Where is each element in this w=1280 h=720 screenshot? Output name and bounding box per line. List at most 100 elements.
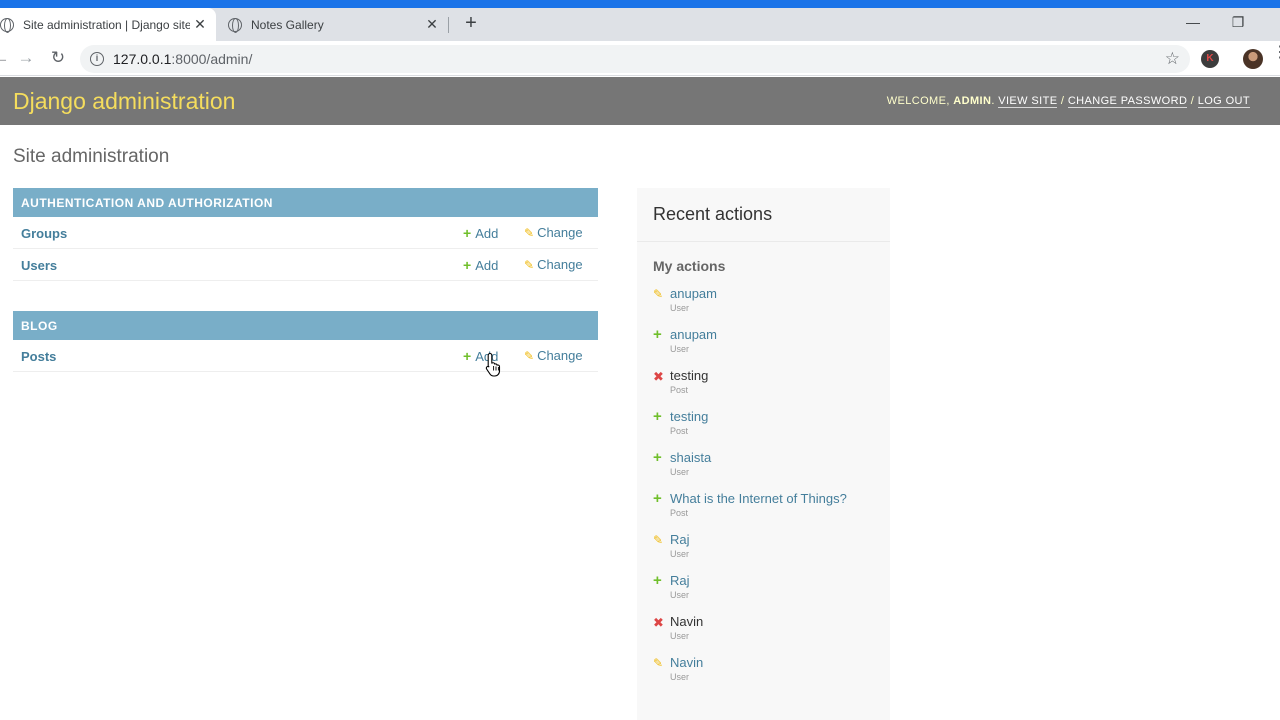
log-out-link[interactable]: LOG OUT — [1197, 95, 1250, 108]
change-groups-link[interactable]: ✎ Change — [524, 225, 583, 240]
menu-dots-icon[interactable]: ⋮ — [1272, 45, 1280, 68]
recent-action-object: Navin — [670, 614, 704, 629]
my-actions-heading: My actions — [653, 258, 726, 274]
pencil-icon: ✎ — [524, 258, 535, 272]
change-posts-link[interactable]: ✎ Change — [524, 348, 583, 363]
reload-icon[interactable]: ↻ — [45, 45, 71, 71]
plus-icon: + — [463, 257, 472, 273]
recent-action-item: + Raj User — [637, 572, 890, 614]
x-icon: ✖ — [653, 615, 664, 630]
info-icon[interactable]: i — [90, 52, 104, 66]
change-password-link[interactable]: CHANGE PASSWORD — [1067, 95, 1188, 108]
model-row-users: Users + Add ✎ Change — [13, 249, 598, 281]
tab-separator — [448, 17, 449, 33]
site-branding[interactable]: Django administration — [13, 88, 235, 115]
recent-action-item: ✎ anupam User — [637, 286, 890, 327]
add-groups-link[interactable]: + Add — [463, 225, 498, 241]
tab-title: Notes Gallery — [251, 17, 324, 32]
pencil-icon: ✎ — [653, 656, 664, 670]
model-link-users[interactable]: Users — [21, 258, 57, 273]
page-title: Site administration — [13, 146, 170, 167]
recent-actions-title: Recent actions — [637, 188, 890, 242]
recent-action-object[interactable]: anupam — [670, 327, 890, 343]
model-link-groups[interactable]: Groups — [21, 226, 67, 241]
hand-cursor-icon — [485, 352, 501, 377]
action-list: ✎ anupam User + anupam User ✖ testing Post + testi… — [637, 286, 890, 696]
model-row-posts: Posts + Add ✎ Change — [13, 340, 598, 372]
back-arrow-icon[interactable]: ← — [0, 45, 14, 71]
recent-action-object[interactable]: Navin — [670, 655, 890, 671]
recent-action-object[interactable]: Raj — [670, 573, 890, 589]
recent-action-type: User — [670, 672, 690, 682]
plus-icon: + — [653, 408, 662, 425]
window-top-strip — [0, 0, 1280, 8]
username: ADMIN — [953, 95, 992, 107]
plus-icon: + — [653, 490, 662, 507]
welcome-text: WELCOME, — [886, 95, 954, 107]
pencil-icon: ✎ — [524, 349, 535, 363]
recent-action-item: + anupam User — [637, 326, 890, 368]
close-tab-icon[interactable]: ✕ — [190, 16, 210, 33]
recent-action-item: ✖ testing Post — [637, 368, 890, 409]
new-tab-button[interactable]: + — [459, 11, 483, 35]
module-auth: AUTHENTICATION AND AUTHORIZATION Groups … — [13, 188, 598, 281]
user-tools: WELCOME, ADMIN. VIEW SITE / CHANGE PASSW… — [886, 95, 1250, 108]
close-tab-icon[interactable]: ✕ — [422, 16, 442, 33]
module-caption[interactable]: AUTHENTICATION AND AUTHORIZATION — [13, 188, 598, 217]
recent-action-item: ✎ Raj User — [637, 532, 890, 573]
profile-avatar[interactable] — [1243, 49, 1263, 69]
globe-icon — [228, 17, 242, 33]
plus-icon: + — [653, 572, 662, 589]
recent-action-type: User — [670, 303, 690, 313]
model-link-posts[interactable]: Posts — [21, 349, 56, 364]
recent-action-type: User — [670, 467, 690, 477]
recent-action-item: ✎ Navin User — [637, 655, 890, 696]
tab-title: Site administration | Django site admin — [23, 17, 190, 32]
separator: / — [1057, 95, 1068, 107]
plus-icon: + — [463, 225, 472, 241]
forward-arrow-icon[interactable]: → — [13, 45, 39, 71]
model-row-groups: Groups + Add ✎ Change — [13, 217, 598, 249]
tab-bar: Site administration | Django site admin … — [0, 8, 1280, 41]
recent-action-item: + testing Post — [637, 408, 890, 450]
tab-notes-gallery[interactable]: Notes Gallery ✕ — [222, 8, 448, 41]
browser-toolbar: ← → ↻ i 127.0.0.1:8000/admin/ ☆ — [0, 41, 1280, 76]
recent-action-type: User — [670, 590, 690, 600]
plus-icon: + — [653, 449, 662, 466]
recent-action-type: User — [670, 549, 690, 559]
separator: / — [1187, 95, 1198, 107]
minimize-button[interactable]: — — [1171, 8, 1215, 41]
recent-action-type: Post — [670, 508, 689, 518]
pencil-icon: ✎ — [524, 226, 535, 240]
recent-action-object[interactable]: testing — [670, 409, 890, 425]
recent-action-item: + shaista User — [637, 449, 890, 491]
recent-action-object[interactable]: shaista — [670, 450, 890, 466]
bookmark-star-icon[interactable]: ☆ — [1165, 49, 1180, 69]
x-icon: ✖ — [653, 369, 664, 384]
recent-action-type: User — [670, 344, 690, 354]
module-blog: BLOG Posts + Add ✎ Change — [13, 311, 598, 372]
plus-icon: + — [463, 348, 472, 364]
restore-button[interactable]: ❐ — [1216, 8, 1260, 41]
admin-header: Django administration WELCOME, ADMIN. VI… — [0, 77, 1280, 125]
recent-action-item: + What is the Internet of Things? Post — [637, 490, 890, 532]
recent-actions-panel: Recent actions My actions ✎ anupam User + an… — [637, 188, 890, 720]
tab-site-administration[interactable]: Site administration | Django site admin … — [0, 8, 216, 41]
recent-action-type: User — [670, 631, 690, 641]
recent-action-item: ✖ Navin User — [637, 614, 890, 655]
change-users-link[interactable]: ✎ Change — [524, 257, 583, 272]
extension-icon[interactable]: K — [1201, 50, 1219, 68]
view-site-link[interactable]: VIEW SITE — [998, 95, 1058, 108]
recent-action-object: testing — [670, 368, 709, 383]
pencil-icon: ✎ — [653, 533, 664, 547]
module-caption[interactable]: BLOG — [13, 311, 598, 340]
recent-action-object[interactable]: anupam — [670, 286, 890, 302]
globe-icon — [0, 17, 14, 33]
recent-action-object[interactable]: What is the Internet of Things? — [670, 491, 890, 507]
address-bar[interactable]: i 127.0.0.1:8000/admin/ ☆ — [80, 45, 1190, 73]
recent-action-type: Post — [670, 426, 689, 436]
pencil-icon: ✎ — [653, 287, 664, 301]
recent-action-object[interactable]: Raj — [670, 532, 890, 548]
add-users-link[interactable]: + Add — [463, 257, 498, 273]
plus-icon: + — [653, 326, 662, 343]
